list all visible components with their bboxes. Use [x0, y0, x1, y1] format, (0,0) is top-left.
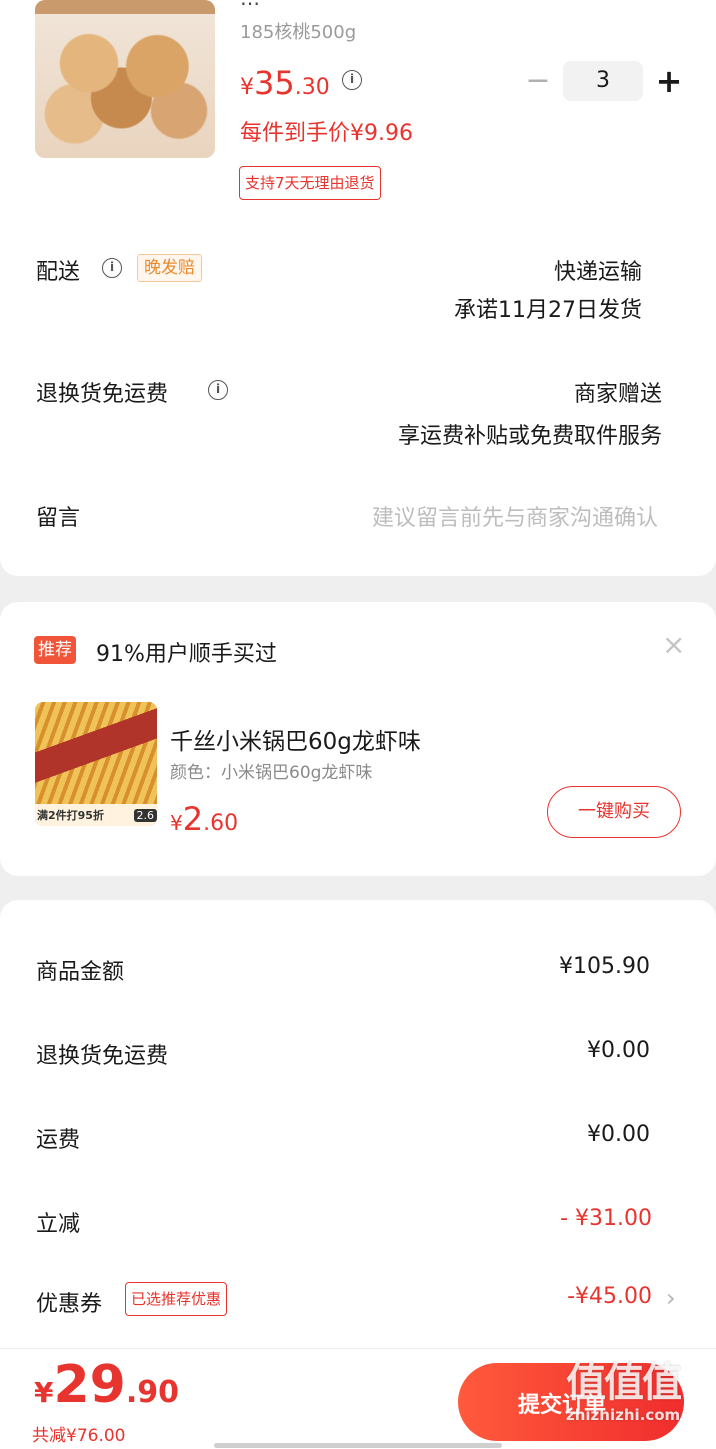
product-spec: 185核桃500g: [240, 22, 357, 43]
quantity-field[interactable]: 3: [563, 61, 643, 101]
currency-symbol: ¥: [34, 1376, 54, 1409]
quantity-minus-button[interactable]: −: [524, 64, 552, 100]
summary-label-coupon[interactable]: 优惠券: [36, 1286, 102, 1318]
message-input[interactable]: 建议留言前先与商家沟通确认: [372, 500, 658, 532]
summary-value-return-shipping: ¥0.00: [587, 1038, 650, 1063]
price-decimal: .60: [203, 811, 239, 836]
return-shipping-desc: 享运费补贴或免费取件服务: [397, 424, 662, 449]
coupon-selected-badge: 已选推荐优惠: [125, 1282, 228, 1316]
total-price: ¥29.90: [34, 1355, 179, 1415]
recommend-item-image[interactable]: 满2件打95折 2.6: [35, 702, 157, 826]
recommend-badge: 推荐: [34, 636, 76, 664]
currency-symbol: ¥: [170, 811, 183, 835]
summary-value-coupon[interactable]: -¥45.00: [567, 1284, 652, 1309]
home-indicator: [214, 1443, 502, 1448]
product-image[interactable]: [35, 0, 215, 158]
product-price: ¥35.30: [240, 64, 330, 102]
return-shipping-value: 商家赠送: [573, 382, 662, 407]
summary-value-discount: - ¥31.00: [560, 1206, 652, 1231]
price-decimal: .90: [125, 1375, 180, 1410]
summary-label-discount: 立减: [36, 1212, 81, 1237]
product-title-partial: …: [240, 0, 660, 8]
bottom-bar: ¥29.90 共减¥76.00 提交订单 值值值 zhizhizhi.com: [0, 1348, 716, 1449]
return-policy-tag: 支持7天无理由退货: [239, 166, 381, 200]
summary-value-goods: ¥105.90: [559, 954, 650, 979]
return-shipping-label: 退换货免运费: [36, 382, 169, 407]
price-integer: 2: [182, 800, 204, 838]
price-integer: 29: [53, 1355, 126, 1415]
close-icon[interactable]: ×: [662, 628, 685, 661]
recommend-card: 推荐 91%用户顺手买过 × 满2件打95折 2.6 千丝小米锅巴60g龙虾味 …: [0, 602, 716, 876]
recommend-headline: 91%用户顺手买过: [96, 642, 277, 667]
message-label: 留言: [36, 506, 81, 531]
summary-label-goods: 商品金额: [36, 960, 125, 985]
product-image-banner: [35, 0, 215, 14]
promo-price: 2.6: [133, 808, 157, 822]
recommend-item-price: ¥2.60: [170, 800, 238, 838]
watermark-logo: 值值值 zhizhizhi.com: [566, 1360, 682, 1424]
promo-strip: 满2件打95折 2.6: [35, 804, 157, 826]
info-icon[interactable]: i: [102, 258, 122, 278]
currency-symbol: ¥: [240, 75, 254, 100]
order-card: … 185核桃500g ¥35.30 i − 3 + 每件到手价¥9.96 支持…: [0, 0, 716, 576]
summary-value-shipping: ¥0.00: [587, 1122, 650, 1147]
price-integer: 35: [254, 64, 295, 102]
recommend-item-name[interactable]: 千丝小米锅巴60g龙虾味: [170, 722, 421, 756]
chevron-right-icon[interactable]: ›: [666, 1284, 676, 1312]
total-saved: 共减¥76.00: [32, 1426, 126, 1446]
info-icon[interactable]: i: [342, 70, 362, 90]
late-compensation-badge: 晚发赔: [137, 254, 202, 282]
summary-card: 商品金额 ¥105.90 退换货免运费 ¥0.00 运费 ¥0.00 立减 - …: [0, 900, 716, 1348]
price-decimal: .30: [294, 75, 330, 100]
summary-label-return-shipping: 退换货免运费: [36, 1044, 169, 1069]
quantity-plus-button[interactable]: +: [654, 62, 684, 100]
delivery-method: 快递运输: [553, 260, 642, 285]
recommend-item-spec: 颜色：小米锅巴60g龙虾味: [170, 763, 373, 783]
delivery-label: 配送: [36, 260, 81, 285]
delivery-promise: 承诺11月27日发货: [454, 298, 642, 323]
info-icon[interactable]: i: [208, 380, 228, 400]
summary-label-shipping: 运费: [36, 1128, 81, 1153]
promo-text: 满2件打95折: [37, 809, 104, 822]
unit-price: 每件到手价¥9.96: [240, 121, 413, 146]
quick-buy-button[interactable]: 一键购买: [547, 786, 681, 838]
